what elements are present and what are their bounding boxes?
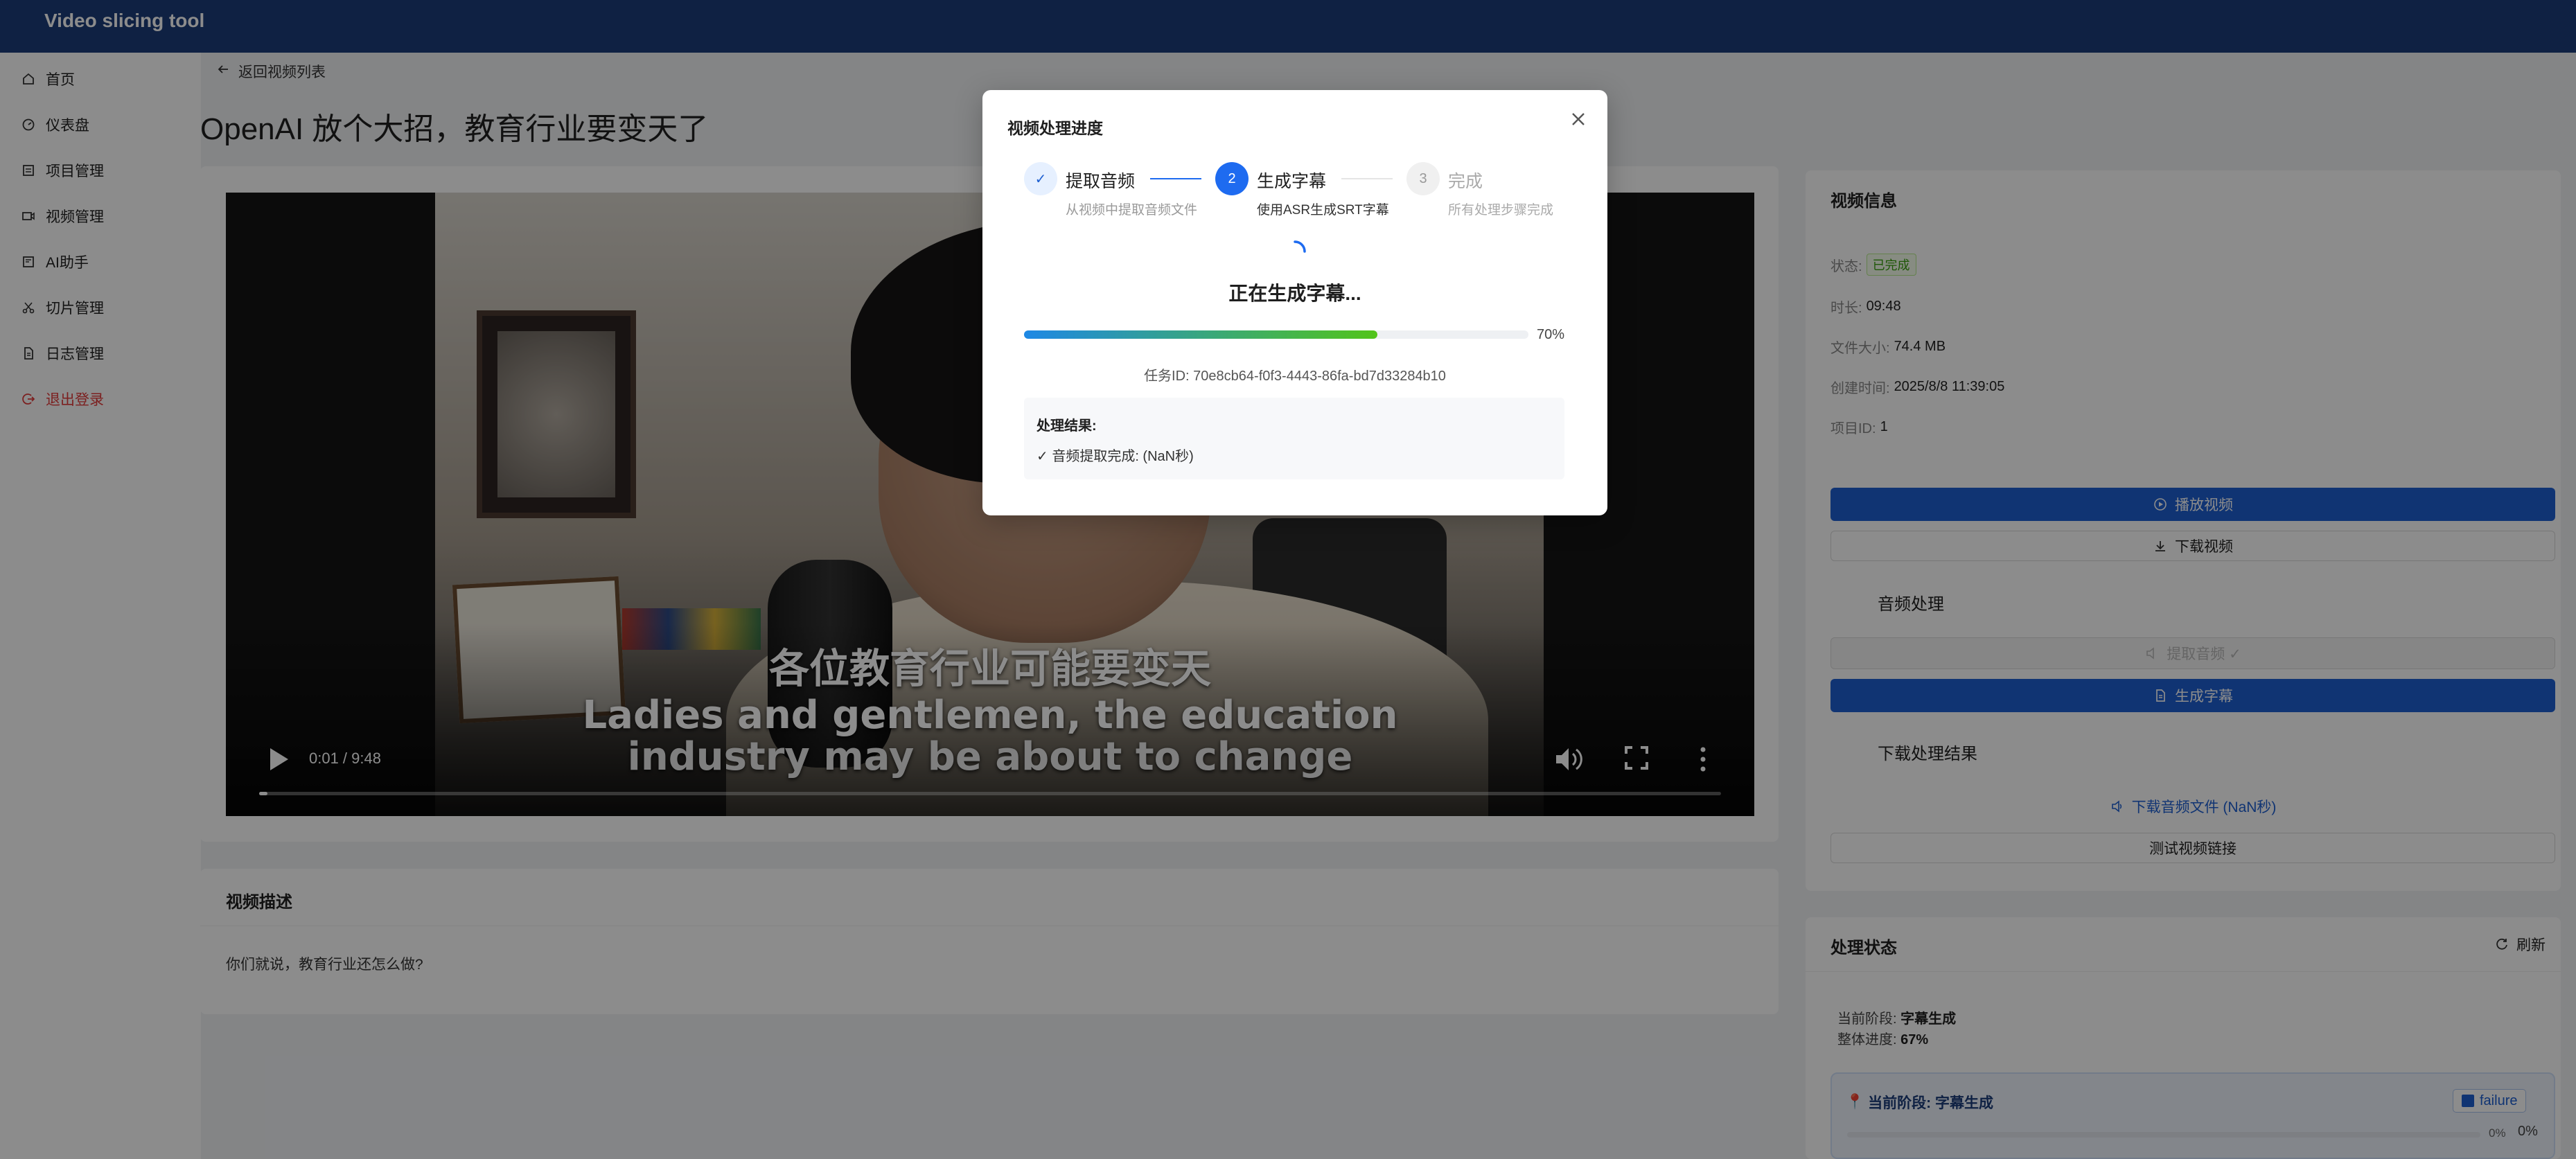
step-2-indicator: 2 xyxy=(1215,162,1249,195)
step-3-indicator: 3 xyxy=(1406,162,1440,195)
processing-status-text: 正在生成字幕... xyxy=(1228,283,1361,304)
step-2-title: 生成字幕 xyxy=(1257,172,1327,191)
task-id: 任务ID: 70e8cb64-f0f3-4443-86fa-bd7d33284b… xyxy=(1144,369,1446,384)
step-3-title: 完成 xyxy=(1448,172,1483,191)
step-1-title: 提取音频 xyxy=(1066,172,1136,191)
step-3-desc: 所有处理步骤完成 xyxy=(1448,203,1554,218)
modal-title: 视频处理进度 xyxy=(1007,119,1103,137)
step-2-desc: 使用ASR生成SRT字幕 xyxy=(1257,203,1389,218)
result-title: 处理结果: xyxy=(1036,418,1097,434)
result-line: ✓ 音频提取完成: (NaN秒) xyxy=(1036,449,1194,464)
step-1-desc: 从视频中提取音频文件 xyxy=(1066,203,1198,218)
result-box xyxy=(1024,398,1564,479)
modal-progress-fill xyxy=(1024,330,1377,339)
step-1-indicator: ✓ xyxy=(1024,162,1057,195)
close-icon[interactable] xyxy=(1569,109,1588,129)
modal-progress-label: 70% xyxy=(1537,327,1565,342)
step-connector xyxy=(1341,178,1393,179)
loading-spinner-icon xyxy=(1294,240,1306,253)
step-connector xyxy=(1150,178,1201,179)
